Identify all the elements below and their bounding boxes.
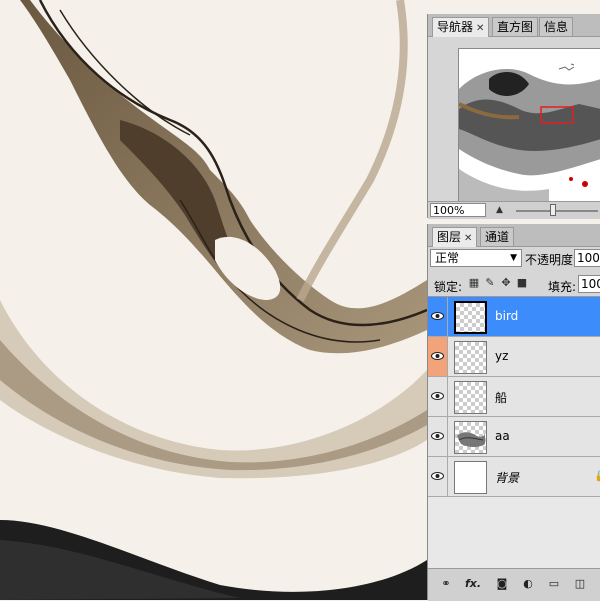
layer-row-yz[interactable]: yz [428, 337, 600, 377]
lock-position-icon[interactable]: ✥ [500, 277, 512, 289]
layer-thumbnail [454, 341, 487, 374]
layer-name[interactable]: bird [495, 309, 518, 323]
layer-name[interactable]: aa [495, 429, 510, 443]
navigator-preview[interactable] [458, 48, 600, 212]
new-layer-icon[interactable]: ◫ [572, 577, 588, 591]
tab-layers[interactable]: 图层 ✕ [432, 227, 478, 247]
tab-navigator[interactable]: 导航器 ✕ [432, 17, 490, 37]
layer-row-bird[interactable]: bird [428, 297, 600, 337]
chevron-down-icon: ▼ [510, 253, 517, 263]
lock-icon: 🔒 [594, 469, 600, 482]
tab-histogram-label: 直方图 [497, 20, 534, 34]
layer-row-aa[interactable]: aa [428, 417, 600, 457]
lock-label: 锁定: [434, 280, 463, 294]
fill-input[interactable]: 100 [578, 275, 600, 293]
zoom-input[interactable]: 100% [430, 203, 486, 217]
tab-channels[interactable]: 通道 [480, 227, 515, 246]
layer-thumbnail [454, 461, 487, 494]
zoom-slider-thumb[interactable] [550, 204, 557, 216]
tab-histogram[interactable]: 直方图 [492, 17, 539, 36]
navigator-thumbnail [459, 49, 600, 211]
tab-info-label: 信息 [544, 20, 569, 34]
visibility-toggle[interactable] [428, 457, 448, 496]
visibility-toggle[interactable] [428, 417, 448, 456]
ink-painting-artwork [0, 0, 427, 600]
eye-icon [431, 312, 444, 320]
new-group-icon[interactable]: ▭ [546, 577, 562, 591]
blend-row: 正常 ▼ 不透明度: 100 [428, 246, 600, 272]
layer-name[interactable]: 背景 [495, 469, 519, 486]
lock-all-icon[interactable]: ■ [516, 277, 528, 289]
tab-layers-label: 图层 [437, 230, 462, 244]
adjustment-layer-icon[interactable]: ◐ [520, 577, 536, 591]
navigator-zoom-bar: 100% ▲ [428, 201, 600, 219]
close-icon[interactable]: ✕ [476, 23, 484, 34]
layer-thumbnail [454, 421, 487, 454]
layer-thumbnail [454, 381, 487, 414]
link-layers-icon[interactable]: ⚭ [438, 577, 454, 591]
close-icon[interactable]: ✕ [464, 233, 472, 244]
opacity-input[interactable]: 100 [574, 249, 600, 267]
eye-icon [431, 432, 444, 440]
eye-icon [431, 472, 444, 480]
layers-list: bird yz 船 aa 背景 [428, 296, 600, 569]
eye-icon [431, 352, 444, 360]
lock-transparent-icon[interactable]: ▦ [468, 277, 480, 289]
zoom-out-icon[interactable]: ▲ [496, 205, 503, 215]
layer-row-boat[interactable]: 船 [428, 377, 600, 417]
navigator-panel: 导航器 ✕ 直方图 信息 100% ▲ [427, 14, 600, 219]
lock-row: 锁定: ▦ ✎ ✥ ■ 填充: 100 [428, 274, 600, 296]
eye-icon [431, 392, 444, 400]
visibility-toggle[interactable] [428, 297, 448, 336]
add-mask-icon[interactable]: ◙ [494, 577, 510, 591]
zoom-slider[interactable] [516, 210, 598, 212]
blend-mode-value: 正常 [435, 251, 460, 265]
tab-info[interactable]: 信息 [539, 17, 574, 36]
layer-row-background[interactable]: 背景 🔒 [428, 457, 600, 497]
visibility-toggle[interactable] [428, 337, 448, 376]
lock-image-icon[interactable]: ✎ [484, 277, 496, 289]
tab-channels-label: 通道 [485, 230, 510, 244]
blend-mode-select[interactable]: 正常 ▼ [430, 249, 522, 267]
layers-bottom-toolbar: ⚭ fx. ◙ ◐ ▭ ◫ [428, 568, 600, 601]
layer-name[interactable]: 船 [495, 389, 507, 406]
layer-style-icon[interactable]: fx. [462, 577, 484, 591]
layers-panel: 图层✕ 通道 正常 ▼ 不透明度: 100 锁定: ▦ ✎ ✥ ■ 填充: 100… [427, 224, 600, 601]
document-canvas[interactable] [0, 0, 427, 600]
layers-tabbar: 图层 ✕ 通道 [428, 224, 600, 247]
tab-navigator-label: 导航器 [437, 20, 474, 34]
ink-thumbnail [457, 432, 485, 447]
layer-thumbnail [454, 301, 487, 334]
visibility-toggle[interactable] [428, 377, 448, 416]
opacity-label: 不透明度: [525, 253, 578, 267]
fill-label: 填充: [548, 280, 577, 294]
layer-name[interactable]: yz [495, 349, 508, 363]
navigator-tabbar: 导航器 ✕ 直方图 信息 [428, 14, 600, 37]
